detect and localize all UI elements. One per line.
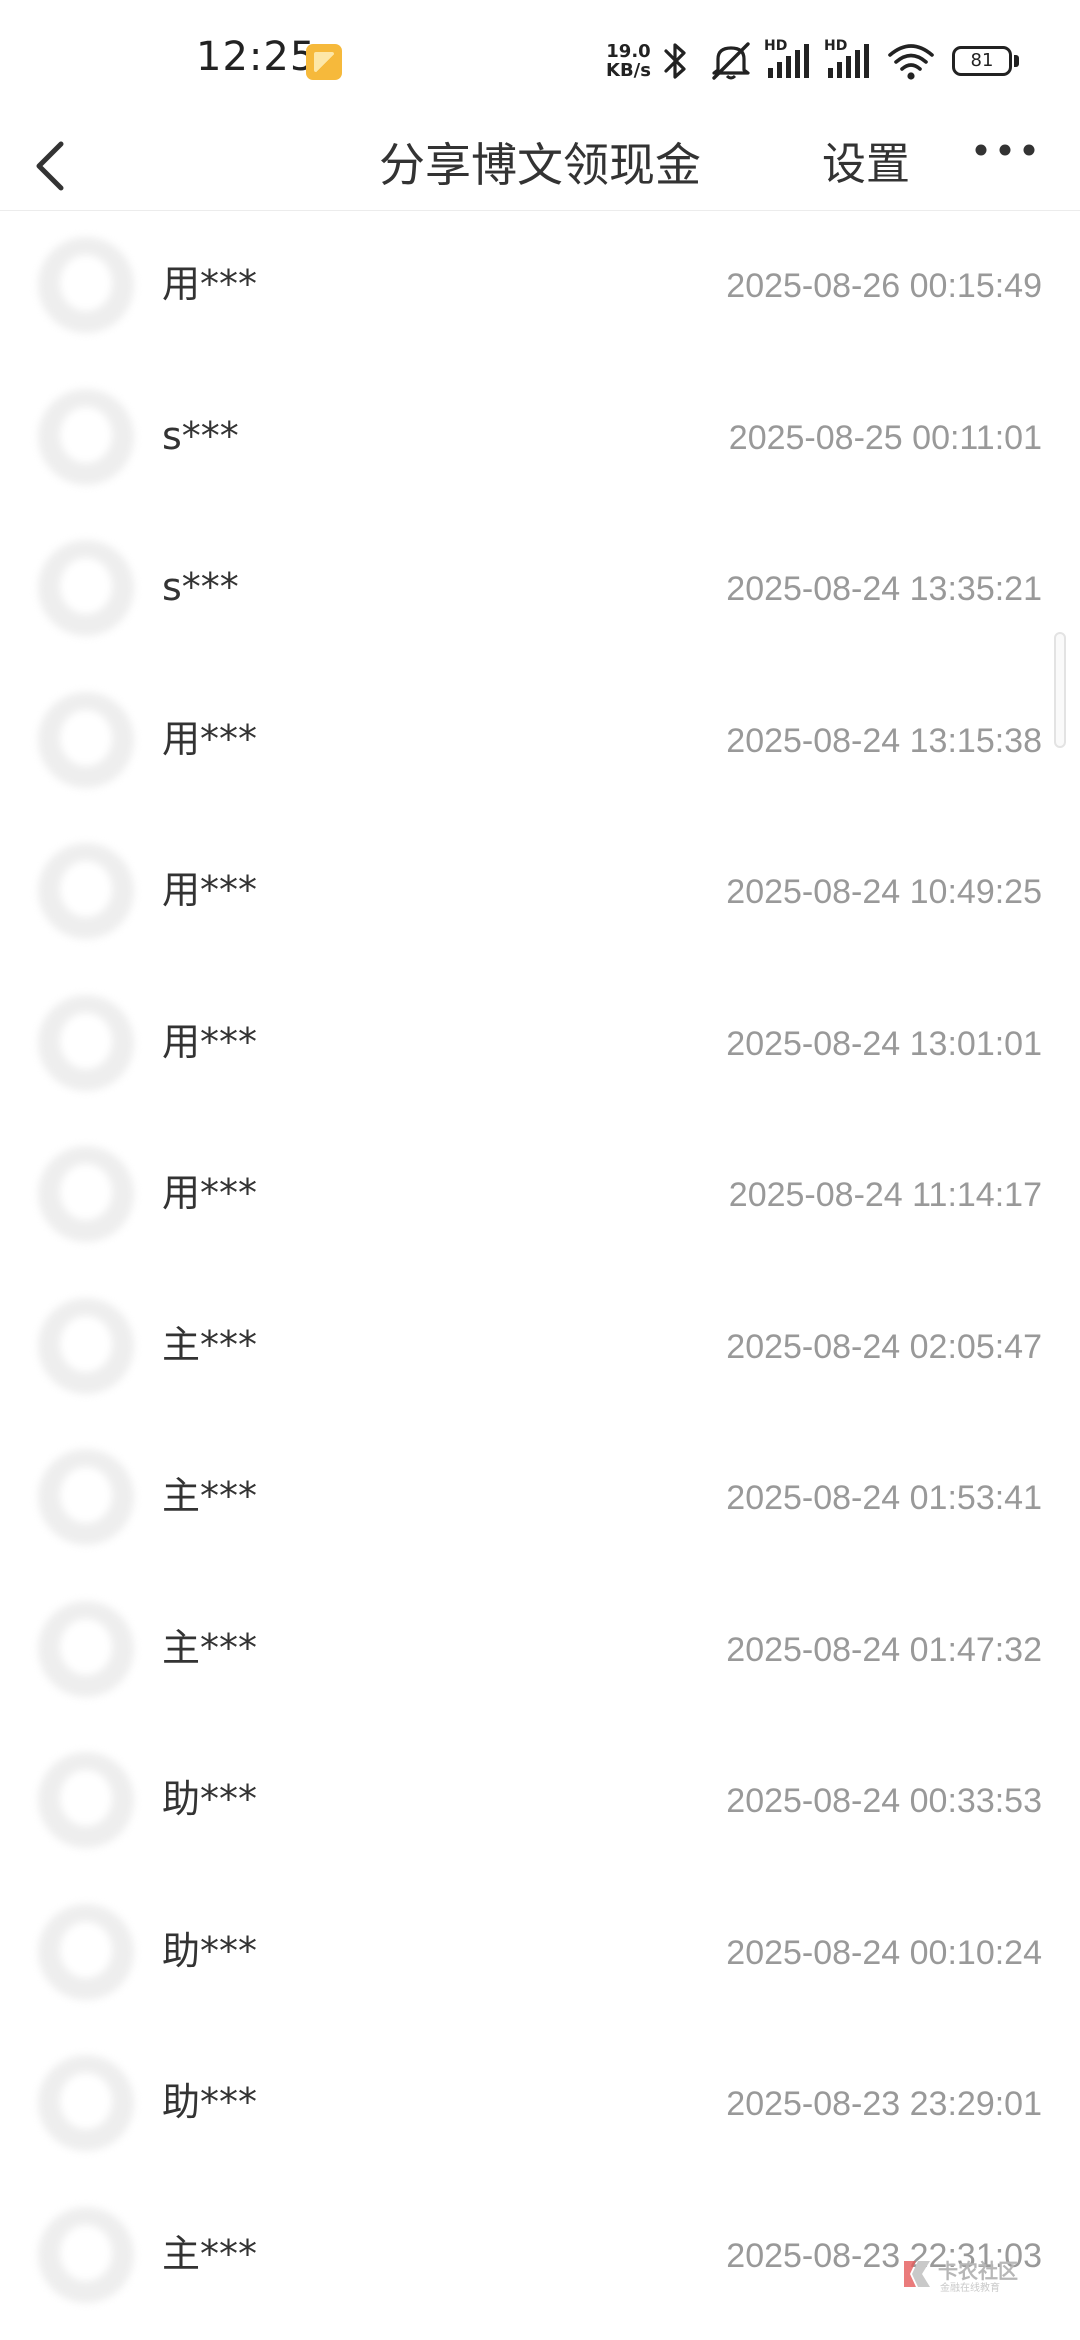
- record-username: 助***: [162, 1777, 258, 1821]
- record-time: 2025-08-24 11:14:17: [728, 1176, 1042, 1214]
- record-row[interactable]: 用*** 2025-08-24 11:14:17: [0, 1120, 1080, 1271]
- share-record-list[interactable]: 用*** 2025-08-26 00:15:49 s*** 2025-08-25 00…: [0, 211, 1080, 2340]
- record-time: 2025-08-24 13:35:21: [726, 570, 1042, 608]
- record-username: 用***: [162, 1019, 258, 1064]
- wifi-icon: [888, 44, 934, 80]
- avatar: [38, 1600, 134, 1697]
- record-row[interactable]: s*** 2025-08-24 13:35:21: [0, 514, 1080, 665]
- avatar: [38, 540, 134, 636]
- network-speed: 19.0 KB/s: [606, 42, 651, 80]
- record-row[interactable]: 主*** 2025-08-24 01:53:41: [0, 1423, 1080, 1574]
- record-row[interactable]: 助*** 2025-08-24 00:33:53: [0, 1726, 1080, 1877]
- back-button[interactable]: [22, 120, 102, 210]
- record-row[interactable]: s*** 2025-08-25 00:11:01: [0, 363, 1080, 514]
- record-time: 2025-08-24 01:53:41: [726, 1479, 1042, 1517]
- record-time: 2025-08-24 02:05:47: [726, 1327, 1042, 1366]
- avatar: [38, 237, 134, 333]
- scrollbar[interactable]: [1054, 632, 1066, 748]
- record-username: 助***: [162, 2080, 258, 2124]
- chevron-left-icon: [36, 141, 64, 191]
- record-username: 用***: [162, 262, 258, 306]
- record-time: 2025-08-24 13:15:38: [726, 721, 1042, 760]
- signal-icon: HD: [824, 38, 874, 82]
- signal-icon: HD: [764, 38, 814, 82]
- watermark-subtext: 金融在线教育: [940, 2283, 1000, 2294]
- record-time: 2025-08-24 01:47:32: [726, 1630, 1042, 1669]
- record-username: 主***: [162, 2231, 258, 2276]
- record-time: 2025-08-24 00:10:24: [726, 1933, 1042, 1972]
- record-username: 助***: [162, 1928, 258, 1973]
- record-username: s***: [162, 565, 239, 609]
- mute-icon: [712, 42, 750, 80]
- avatar: [38, 2055, 134, 2151]
- record-username: 主***: [162, 1625, 258, 1670]
- record-time: 2025-08-25 00:11:01: [728, 418, 1042, 457]
- record-time: 2025-08-24 13:01:01: [726, 1024, 1042, 1063]
- battery-tip: [1014, 55, 1019, 67]
- bluetooth-icon: [664, 43, 686, 79]
- page-title: 分享博文领现金: [379, 138, 701, 192]
- more-dots-icon: [975, 144, 1035, 156]
- record-username: 主***: [162, 1474, 258, 1518]
- record-row[interactable]: 用*** 2025-08-26 00:15:49: [0, 211, 1080, 362]
- record-row[interactable]: 主*** 2025-08-24 01:47:32: [0, 1575, 1080, 1726]
- avatar: [38, 1752, 134, 1848]
- avatar: [38, 1449, 134, 1545]
- avatar: [38, 2206, 134, 2303]
- more-button[interactable]: [970, 120, 1040, 210]
- nav-bar: 分享博文领现金 设置: [0, 120, 1080, 211]
- record-row[interactable]: 助*** 2025-08-23 23:29:01: [0, 2029, 1080, 2180]
- record-time: 2025-08-26 00:15:49: [726, 267, 1042, 305]
- avatar: [38, 691, 134, 788]
- avatar: [38, 994, 134, 1091]
- record-username: 用***: [162, 868, 258, 912]
- avatar: [38, 1146, 134, 1242]
- record-row[interactable]: 主*** 2025-08-24 02:05:47: [0, 1272, 1080, 1423]
- settings-button[interactable]: 设置: [822, 120, 910, 210]
- record-time: 2025-08-24 10:49:25: [726, 873, 1042, 911]
- network-speed-unit: KB/s: [606, 60, 651, 81]
- record-row[interactable]: 用*** 2025-08-24 10:49:25: [0, 817, 1080, 968]
- battery-icon: 81: [952, 46, 1012, 76]
- avatar: [38, 388, 134, 485]
- page-title-wrap: 分享博文领现金: [0, 120, 1080, 210]
- watermark: 卡农社区 金融在线教育: [900, 2253, 1070, 2297]
- record-username: 主***: [162, 1322, 258, 1367]
- network-speed-value: 19.0: [606, 41, 651, 62]
- notification-app-icon: [306, 44, 342, 80]
- status-bar: 12:25 19.0 KB/s HD HD 81: [0, 0, 1080, 120]
- avatar: [38, 843, 134, 939]
- record-username: 用***: [162, 716, 258, 761]
- record-row[interactable]: 助*** 2025-08-24 00:10:24: [0, 1878, 1080, 2029]
- kanong-logo-icon: [904, 2261, 930, 2287]
- status-time: 12:25: [196, 34, 317, 80]
- record-username: s***: [162, 413, 239, 458]
- record-time: 2025-08-24 00:33:53: [726, 1782, 1042, 1820]
- record-row[interactable]: 用*** 2025-08-24 13:15:38: [0, 666, 1080, 817]
- record-username: 用***: [162, 1171, 258, 1215]
- record-time: 2025-08-23 23:29:01: [726, 2085, 1042, 2123]
- record-row[interactable]: 用*** 2025-08-24 13:01:01: [0, 969, 1080, 1120]
- avatar: [38, 1297, 134, 1394]
- avatar: [38, 1903, 134, 2000]
